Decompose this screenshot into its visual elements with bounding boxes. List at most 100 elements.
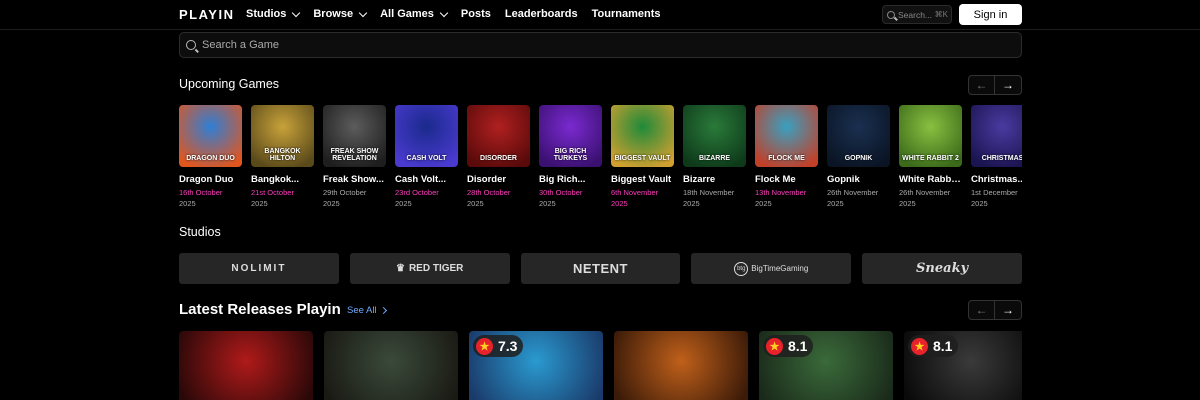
star-icon: ★ <box>476 337 493 355</box>
upcoming-game-card[interactable]: FLOCK ME Flock Me 13th November 2025 <box>755 105 818 210</box>
game-release-date: 30th October 2025 <box>539 187 602 209</box>
game-thumbnail-title: GOPNIK <box>844 155 873 162</box>
game-release-date: 28th October 2025 <box>467 187 530 209</box>
release-date-year: 2025 <box>755 199 772 208</box>
studio-red-tiger[interactable]: ♛ RED TIGER <box>349 253 510 284</box>
nav-item-label: Browse <box>313 8 354 20</box>
search-icon <box>887 10 895 19</box>
game-search-input[interactable]: Search a Game <box>179 32 1022 58</box>
latest-release-card[interactable]: ★ 8.1 <box>904 331 1022 400</box>
game-thumbnail-title: DRAGON DUO <box>186 155 235 162</box>
nav-item-label: Tournaments <box>591 8 661 20</box>
studio-netent[interactable]: NETENT <box>520 253 681 284</box>
chevron-down-icon <box>439 8 449 17</box>
release-date-year: 2025 <box>899 199 916 208</box>
game-thumbnail-title: WHITE RABBIT 2 <box>902 155 959 162</box>
upcoming-next-button[interactable]: → <box>995 75 1022 95</box>
game-thumbnail[interactable]: DISORDER <box>467 105 530 167</box>
studio-btg-label: BigTimeGaming <box>751 264 809 273</box>
studio-nolimit-city[interactable]: NOLIMIT <box>179 253 339 284</box>
studio-big-time-gaming[interactable]: btg BigTimeGaming <box>691 253 852 284</box>
nav-item-posts[interactable]: Posts <box>461 8 491 20</box>
game-thumbnail[interactable]: BIGGEST VAULT <box>611 105 674 167</box>
upcoming-game-card[interactable]: CASH VOLT Cash Volt... 23rd October 2025 <box>395 105 458 210</box>
nav-item-browse[interactable]: Browse <box>313 8 368 20</box>
star-icon: ★ <box>766 337 783 355</box>
release-date-year: 2025 <box>179 199 196 208</box>
game-thumbnail-title: BANGKOK HILTON <box>264 148 301 162</box>
upcoming-game-card[interactable]: BIGGEST VAULT Biggest Vault 6th November 20… <box>611 105 674 210</box>
game-thumbnail[interactable]: FLOCK ME <box>755 105 818 167</box>
release-date-year: 2025 <box>611 199 628 208</box>
nav-item-studios[interactable]: Studios <box>246 8 301 20</box>
release-date-day: 30th October <box>539 188 583 197</box>
game-name: Cash Volt... <box>395 174 447 185</box>
upcoming-game-card[interactable]: CHRISTMAS Christmas... 1st December 2025 <box>971 105 1022 210</box>
latest-next-button[interactable]: → <box>995 300 1022 320</box>
rating-badge: ★ 8.1 <box>763 335 814 357</box>
header-search-placeholder: Search... <box>898 9 933 20</box>
sign-in-button[interactable]: Sign in <box>959 4 1022 25</box>
game-thumbnail[interactable]: BANGKOK HILTON <box>251 105 314 167</box>
game-release-date: 26th November 2025 <box>899 187 962 209</box>
main-nav: Studios Browse All Games Posts Leaderboards T… <box>246 8 660 20</box>
latest-carousel-controls: ← → <box>968 300 1022 320</box>
game-thumbnail[interactable]: CHRISTMAS <box>971 105 1022 167</box>
upcoming-game-card[interactable]: BIZARRE Bizarre 18th November 2025 <box>683 105 746 210</box>
game-thumbnail-title: BIG RICH TURKEYS <box>553 148 588 162</box>
game-thumbnail[interactable]: BIG RICH TURKEYS <box>539 105 602 167</box>
see-all-link[interactable]: See All <box>347 305 387 316</box>
upcoming-prev-button[interactable]: ← <box>968 75 995 95</box>
release-date-day: 28th October <box>467 188 511 197</box>
game-thumbnail-title: BIGGEST VAULT <box>614 155 671 162</box>
chevron-down-icon <box>358 8 368 17</box>
game-name: Biggest Vault <box>611 174 672 185</box>
upcoming-game-card[interactable]: DRAGON DUO Dragon Duo 16th October 2025 <box>179 105 242 210</box>
game-thumbnail-title: FREAK SHOW REVELATION <box>330 148 379 162</box>
release-date-year: 2025 <box>827 199 844 208</box>
brand-logo[interactable]: PLAYIN <box>179 7 234 22</box>
game-release-date: 13th November 2025 <box>755 187 818 209</box>
release-date-day: 26th November <box>827 188 879 197</box>
studio-sneaky-slots[interactable]: Sneaky <box>862 253 1022 284</box>
header-search-input[interactable]: Search... ⌘K <box>882 5 952 24</box>
rating-badge: ★ 7.3 <box>473 335 524 357</box>
release-date-year: 2025 <box>539 199 556 208</box>
latest-release-card[interactable] <box>324 331 458 400</box>
upcoming-game-card[interactable]: BIG RICH TURKEYS Big Rich... 30th October 2… <box>539 105 602 210</box>
upcoming-game-card[interactable]: FREAK SHOW REVELATION Freak Show... 29th O… <box>323 105 386 210</box>
game-thumbnail[interactable]: BIZARRE <box>683 105 746 167</box>
game-thumbnail-title: CHRISTMAS <box>981 155 1022 162</box>
game-thumbnail-title: BIZARRE <box>698 155 731 162</box>
game-release-date: 18th November 2025 <box>683 187 746 209</box>
game-thumbnail-title: DISORDER <box>480 155 517 162</box>
game-release-date: 26th November 2025 <box>827 187 890 209</box>
upcoming-game-card[interactable]: BANGKOK HILTON Bangkok... 21st October 2025 <box>251 105 314 210</box>
game-name: Bizarre <box>683 174 716 185</box>
release-date-day: 29th October <box>323 188 367 197</box>
game-thumbnail[interactable]: FREAK SHOW REVELATION <box>323 105 386 167</box>
nav-item-tournaments[interactable]: Tournaments <box>592 8 661 20</box>
game-thumbnail[interactable]: GOPNIK <box>827 105 890 167</box>
latest-prev-button[interactable]: ← <box>968 300 995 320</box>
nav-item-leaderboards[interactable]: Leaderboards <box>505 8 578 20</box>
game-release-date: 23rd October 2025 <box>395 187 458 209</box>
upcoming-game-card[interactable]: DISORDER Disorder 28th October 2025 <box>467 105 530 210</box>
game-thumbnail[interactable]: WHITE RABBIT 2 <box>899 105 962 167</box>
game-release-date: 1st December 2025 <box>971 187 1022 209</box>
star-icon: ★ <box>911 337 928 355</box>
chevron-down-icon <box>292 8 301 17</box>
latest-release-card[interactable] <box>179 331 313 400</box>
search-icon <box>186 40 196 50</box>
game-thumbnail[interactable]: CASH VOLT <box>395 105 458 167</box>
game-thumbnail[interactable]: DRAGON DUO <box>179 105 242 167</box>
latest-release-card[interactable]: ★ 7.3 <box>469 331 603 400</box>
release-date-day: 16th October <box>179 188 223 197</box>
latest-release-card[interactable] <box>614 331 748 400</box>
upcoming-game-card[interactable]: WHITE RABBIT 2 White Rabbit 2 26th Novembe… <box>899 105 962 210</box>
game-release-date: 29th October 2025 <box>323 187 386 209</box>
nav-item-label: Studios <box>246 8 287 20</box>
upcoming-game-card[interactable]: GOPNIK Gopnik 26th November 2025 <box>827 105 890 210</box>
latest-release-card[interactable]: ★ 8.1 <box>759 331 893 400</box>
nav-item-all-games[interactable]: All Games <box>380 8 449 20</box>
